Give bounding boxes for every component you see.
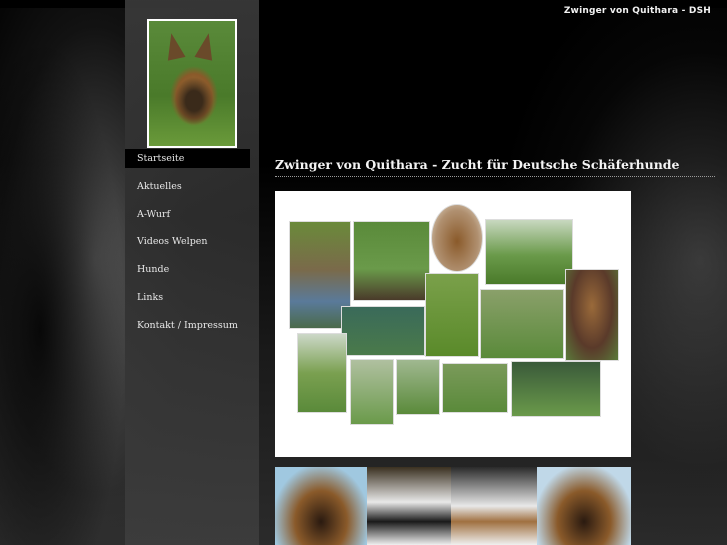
page-headline: Zwinger von Quithara - Zucht für Deutsch…	[275, 157, 680, 172]
headline-divider	[275, 176, 715, 177]
collage-photo	[511, 361, 601, 417]
photo-collage	[275, 191, 631, 457]
nav-item-startseite[interactable]: Startseite	[125, 149, 250, 168]
collage-photo	[350, 359, 394, 425]
nav-item-links[interactable]: Links	[125, 288, 250, 307]
collage-photo	[297, 333, 347, 413]
collage-photo	[396, 359, 440, 415]
collage-photo	[485, 219, 573, 285]
strip-photo	[451, 467, 537, 545]
collage-photo	[341, 306, 425, 356]
nav-item-kontakt-impressum[interactable]: Kontakt / Impressum	[125, 316, 250, 335]
site-name: Zwinger von Quithara - DSH	[563, 6, 711, 16]
collage-photo	[480, 289, 564, 359]
collage-photo	[565, 269, 619, 361]
collage-photo	[431, 204, 483, 272]
main-nav: Startseite Aktuelles A-Wurf Videos Welpe…	[125, 149, 250, 344]
collage-photo	[353, 221, 430, 301]
collage-photo	[425, 273, 479, 357]
strip-photo	[367, 467, 451, 545]
nav-item-aktuelles[interactable]: Aktuelles	[125, 177, 250, 196]
dog-portrait-image	[149, 21, 235, 146]
strip-photo	[275, 467, 367, 545]
photo-strip	[275, 467, 631, 545]
nav-item-videos-welpen[interactable]: Videos Welpen	[125, 232, 250, 251]
nav-item-a-wurf[interactable]: A-Wurf	[125, 205, 250, 224]
collage-photo	[442, 363, 508, 413]
logo-photo	[147, 19, 237, 148]
nav-item-hunde[interactable]: Hunde	[125, 260, 250, 279]
strip-photo	[537, 467, 631, 545]
